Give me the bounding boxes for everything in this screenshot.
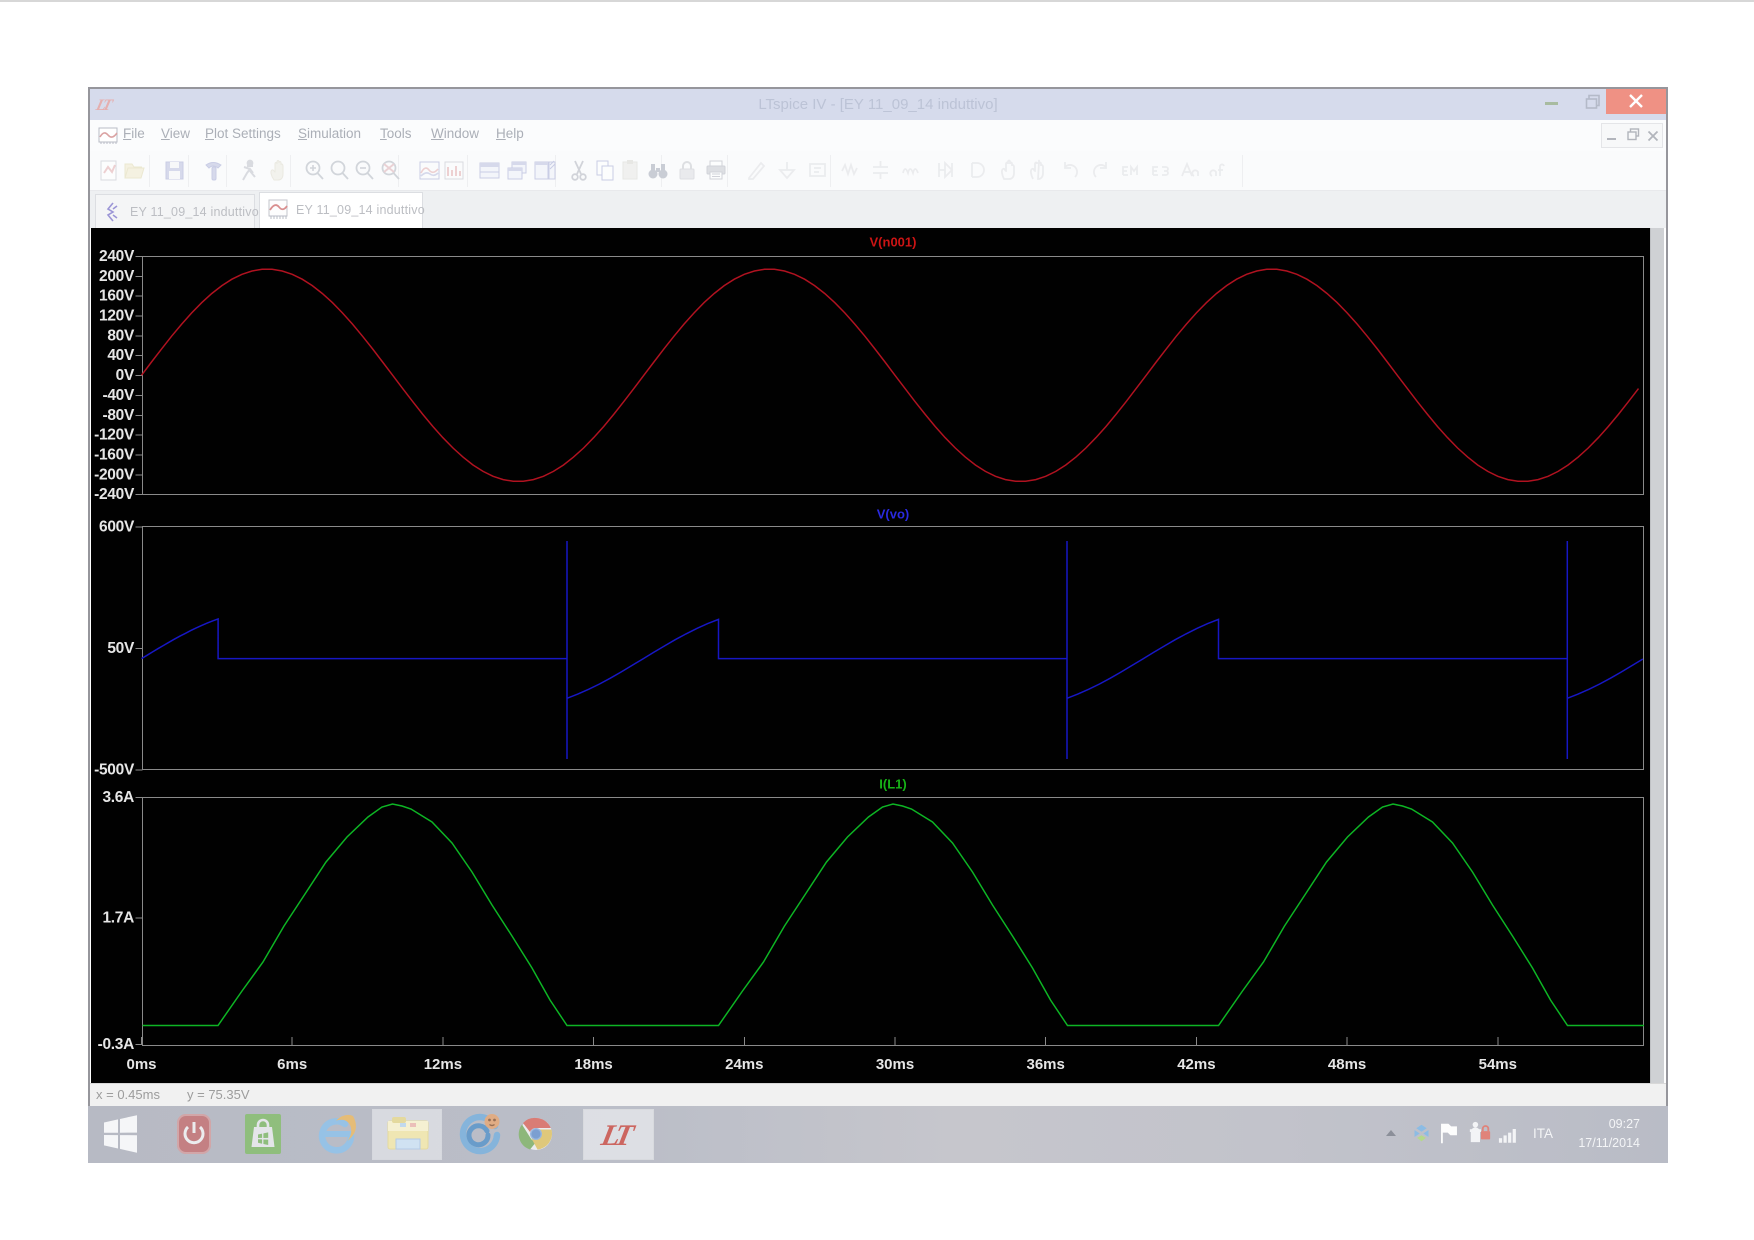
svg-text:54ms: 54ms <box>1479 1056 1517 1073</box>
svg-text:40V: 40V <box>107 347 135 364</box>
svg-text:3.6A: 3.6A <box>102 789 134 806</box>
svg-text:42ms: 42ms <box>1177 1056 1215 1073</box>
svg-text:-120V: -120V <box>94 427 135 444</box>
svg-text:30ms: 30ms <box>876 1056 914 1073</box>
svg-text:V(n001): V(n001) <box>870 235 917 250</box>
svg-text:-500V: -500V <box>94 762 135 779</box>
svg-text:600V: 600V <box>99 519 135 536</box>
svg-text:6ms: 6ms <box>277 1056 307 1073</box>
svg-text:-200V: -200V <box>94 466 135 483</box>
svg-text:-240V: -240V <box>94 486 135 503</box>
svg-text:160V: 160V <box>99 288 135 305</box>
svg-text:-40V: -40V <box>102 387 135 404</box>
svg-text:80V: 80V <box>107 327 135 344</box>
svg-text:240V: 240V <box>99 248 135 265</box>
svg-text:48ms: 48ms <box>1328 1056 1366 1073</box>
svg-text:0V: 0V <box>116 367 135 384</box>
svg-text:-0.3A: -0.3A <box>98 1036 135 1053</box>
svg-text:50V: 50V <box>107 640 135 657</box>
svg-text:36ms: 36ms <box>1027 1056 1065 1073</box>
svg-text:12ms: 12ms <box>424 1056 462 1073</box>
svg-text:0ms: 0ms <box>126 1056 156 1073</box>
svg-text:V(vo): V(vo) <box>877 507 910 522</box>
svg-text:18ms: 18ms <box>574 1056 612 1073</box>
svg-text:120V: 120V <box>99 308 135 325</box>
svg-text:-160V: -160V <box>94 447 135 464</box>
svg-text:-80V: -80V <box>102 407 135 424</box>
svg-text:24ms: 24ms <box>725 1056 763 1073</box>
svg-text:I(L1): I(L1) <box>879 777 906 792</box>
svg-text:1.7A: 1.7A <box>102 910 134 927</box>
svg-text:200V: 200V <box>99 268 135 285</box>
